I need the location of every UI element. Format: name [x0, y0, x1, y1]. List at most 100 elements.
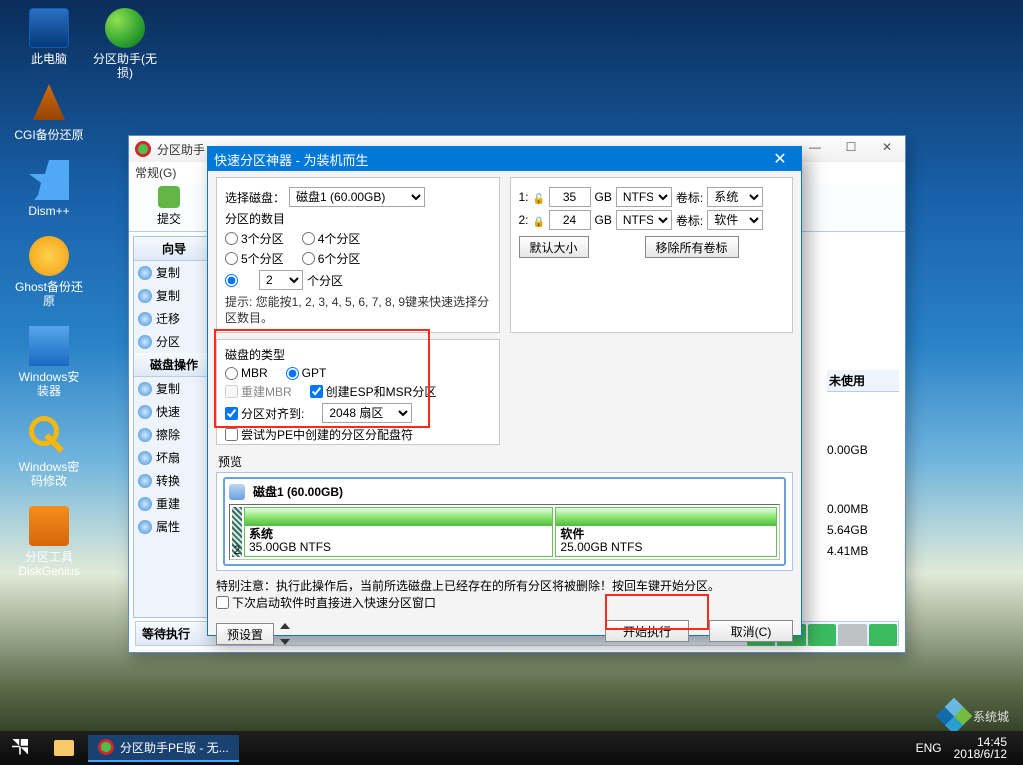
quick-partition-dialog: 快速分区神器 - 为装机而生 ✕ 选择磁盘： 磁盘1 (60.00GB) 分区的…	[207, 146, 802, 636]
pv-part-detail: 35.00GB NTFS	[249, 540, 331, 554]
watermark: 系统城	[941, 703, 1009, 729]
bullet-icon	[138, 266, 152, 280]
fs-select[interactable]: NTFS	[616, 187, 672, 207]
check-pe-assign[interactable]: 尝试为PE中创建的分区分配盘符	[225, 426, 413, 443]
bullet-icon	[138, 497, 152, 511]
check-align[interactable]: 分区对齐到:	[225, 405, 304, 422]
ghost-icon	[29, 236, 69, 276]
left-nav-panel: 向导 复制 复制 迁移 分区 磁盘操作 复制 快速 擦除 坏扇 转换 重建 属性	[133, 236, 215, 618]
nav-item[interactable]: 复制	[134, 284, 214, 307]
cancel-button[interactable]: 取消(C)	[709, 620, 793, 642]
watermark-logo-icon	[936, 698, 973, 735]
desktop-icon-this-pc[interactable]: 此电脑	[14, 8, 84, 66]
bullet-icon	[138, 451, 152, 465]
desktop-icon-partition-assistant[interactable]: 分区助手(无损)	[90, 8, 160, 80]
preset-reorder-arrows[interactable]	[280, 620, 290, 648]
lock-icon[interactable]	[533, 214, 545, 226]
nav-item[interactable]: 擦除	[134, 423, 214, 446]
dialog-body: 选择磁盘： 磁盘1 (60.00GB) 分区的数目 3个分区 4个分区 5个分区…	[208, 171, 801, 654]
desktop-icon-ghost[interactable]: Ghost备份还原	[14, 236, 84, 308]
part-size-input[interactable]	[549, 210, 591, 230]
radio-mbr[interactable]: MBR	[225, 366, 268, 380]
check-no-show-next[interactable]: 下次启动软件时直接进入快速分区窗口	[216, 594, 436, 611]
execute-button[interactable]: 开始执行	[605, 620, 689, 642]
unused-value: 5.64GB	[827, 520, 899, 541]
radio-4-partitions[interactable]: 4个分区	[302, 230, 361, 247]
ime-language[interactable]: ENG	[916, 741, 942, 755]
nav-item[interactable]: 分区	[134, 330, 214, 353]
bullet-icon	[138, 335, 152, 349]
taskbar-app-label: 分区助手PE版 - 无...	[120, 739, 229, 756]
monitor-icon	[29, 8, 69, 48]
part-size-input[interactable]	[549, 187, 591, 207]
maximize-button[interactable]: ☐	[833, 140, 869, 158]
radio-custom-partitions[interactable]	[225, 274, 241, 287]
unlock-icon[interactable]	[533, 191, 545, 203]
tray-clock[interactable]: 14:452018/6/12	[954, 736, 1007, 760]
nav-item[interactable]: 重建	[134, 492, 214, 515]
disk-select[interactable]: 磁盘1 (60.00GB)	[289, 187, 425, 207]
preview-reserved-edge: 2	[232, 507, 242, 557]
desktop-icon-cgi-backup[interactable]: CGI备份还原	[14, 84, 84, 142]
default-size-button[interactable]: 默认大小	[519, 236, 589, 258]
nav-group-disk-ops: 磁盘操作	[134, 353, 214, 377]
minimize-button[interactable]: —	[797, 140, 833, 158]
unused-value: 4.41MB	[827, 541, 899, 562]
unit-label: GB	[595, 213, 612, 227]
unused-value: 0.00GB	[827, 440, 899, 461]
radio-5-partitions[interactable]: 5个分区	[225, 250, 284, 267]
unused-value: 0.00MB	[827, 499, 899, 520]
taskbar-running-app[interactable]: 分区助手PE版 - 无...	[88, 735, 239, 762]
nav-item[interactable]: 复制	[134, 261, 214, 284]
disk-icon	[229, 484, 245, 500]
nav-item[interactable]: 坏扇	[134, 446, 214, 469]
preview-partition-software[interactable]: 软件25.00GB NTFS	[555, 507, 777, 557]
nav-item[interactable]: 属性	[134, 515, 214, 538]
nav-item[interactable]: 转换	[134, 469, 214, 492]
preview-partition-system[interactable]: 系统35.00GB NTFS	[244, 507, 553, 557]
nav-item[interactable]: 复制	[134, 377, 214, 400]
count-hint: 提示: 您能按1, 2, 3, 4, 5, 6, 7, 8, 9键来快速选择分区…	[225, 294, 491, 326]
col-header-unused: 未使用	[827, 370, 899, 392]
preset-button[interactable]: 预设置	[216, 623, 274, 645]
desktop-icon-dism[interactable]: Dism++	[14, 160, 84, 218]
taskbar-file-explorer[interactable]	[44, 736, 84, 760]
toolbar-submit-button[interactable]: 提交	[147, 186, 191, 227]
custom-count-select[interactable]: 2	[259, 270, 303, 290]
dialog-title-text: 快速分区神器 - 为装机而生	[214, 150, 369, 169]
close-button[interactable]: ✕	[869, 140, 905, 158]
bullet-icon	[138, 289, 152, 303]
desktop-icon-diskgenius[interactable]: 分区工具DiskGenius	[14, 506, 84, 578]
check-esp-msr[interactable]: 创建ESP和MSR分区	[310, 383, 437, 400]
folder-icon	[54, 740, 74, 756]
dialog-close-button[interactable]: ✕	[765, 149, 795, 169]
dialog-titlebar[interactable]: 快速分区神器 - 为装机而生 ✕	[208, 147, 801, 171]
start-button[interactable]	[0, 739, 40, 758]
desktop-icon-label: Windows密码修改	[14, 460, 84, 488]
system-tray: ENG 14:452018/6/12	[916, 736, 1023, 760]
radio-6-partitions[interactable]: 6个分区	[302, 250, 361, 267]
volume-label-select[interactable]: 系统	[707, 187, 763, 207]
win-installer-icon	[29, 326, 69, 366]
nav-item[interactable]: 迁移	[134, 307, 214, 330]
desktop-icon-win-installer[interactable]: Windows安装器	[14, 326, 84, 398]
toolbar-submit-label: 提交	[157, 210, 181, 227]
disk-select-group: 选择磁盘： 磁盘1 (60.00GB) 分区的数目 3个分区 4个分区 5个分区…	[216, 177, 500, 333]
desktop-icon-column: 此电脑 分区助手(无损) CGI备份还原 Dism++ Ghost备份还原 Wi…	[14, 8, 124, 596]
remove-labels-button[interactable]: 移除所有卷标	[645, 236, 739, 258]
bullet-icon	[138, 382, 152, 396]
preview-box: 磁盘1 (60.00GB) 2 系统35.00GB NTFS 软件25.00GB…	[216, 472, 793, 571]
diskgenius-icon	[29, 506, 69, 546]
volume-label-select[interactable]: 软件	[707, 210, 763, 230]
windows-logo-icon	[12, 739, 28, 755]
bullet-icon	[138, 428, 152, 442]
check-rebuild-mbr[interactable]: 重建MBR	[225, 383, 292, 400]
desktop-icon-win-password[interactable]: Windows密码修改	[14, 416, 84, 488]
fs-select[interactable]: NTFS	[616, 210, 672, 230]
nav-item[interactable]: 快速	[134, 400, 214, 423]
desktop-icon-label: Dism++	[28, 204, 69, 218]
radio-gpt[interactable]: GPT	[286, 366, 327, 380]
menu-general[interactable]: 常规(G)	[135, 166, 176, 180]
radio-3-partitions[interactable]: 3个分区	[225, 230, 284, 247]
align-select[interactable]: 2048 扇区	[322, 403, 412, 423]
